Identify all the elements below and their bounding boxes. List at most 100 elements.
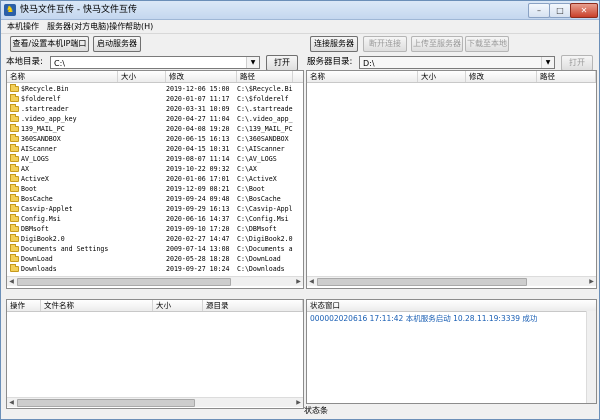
local-dir-combo[interactable]: C:\ ▼	[50, 56, 260, 69]
file-row[interactable]: AIScanner 2020-04-15 10:31 C:\AIScanner	[7, 144, 303, 154]
title-bar[interactable]: ♞ 快马文件互传 - 快马文件互传 – □ ✕	[1, 1, 599, 20]
status-bar: 状态条	[304, 406, 328, 415]
col-size[interactable]: 大小	[153, 300, 203, 311]
col-name[interactable]: 名称	[307, 71, 418, 82]
main-window: ♞ 快马文件互传 - 快马文件互传 – □ ✕ 本机操作 服务器(对方电脑)操作…	[0, 0, 600, 420]
file-size	[118, 104, 165, 114]
start-server-button[interactable]: 启动服务器	[93, 36, 141, 52]
server-list-header: 名称 大小 修改 路径	[307, 71, 596, 83]
folder-icon	[10, 204, 19, 212]
file-row[interactable]: $Recycle.Bin 2019-12-06 15:00 C:\$Recycle.…	[7, 84, 303, 94]
scroll-thumb[interactable]	[17, 278, 231, 286]
scroll-left-icon[interactable]: ◀	[7, 398, 16, 407]
file-name: Config.Msi	[21, 215, 61, 223]
file-row[interactable]: 139_MAIL_PC 2020-04-08 19:20 C:\139_MAIL_P…	[7, 124, 303, 134]
file-date: 2020-03-31 10:09	[166, 105, 230, 113]
file-name: AX	[21, 165, 29, 173]
window-title: 快马文件互传 - 快马文件互传	[20, 5, 137, 15]
file-size	[118, 164, 165, 174]
file-row[interactable]: AV_LOGS 2019-08-07 11:14 C:\AV_LOGS	[7, 154, 303, 164]
file-row[interactable]: DBMsoft 2019-09-10 17:20 C:\DBMsoft	[7, 224, 303, 234]
file-path: C:\139_MAIL_PC	[237, 125, 293, 133]
col-path[interactable]: 路径	[237, 71, 293, 82]
col-size[interactable]: 大小	[418, 71, 466, 82]
local-dir-label: 本地目录:	[6, 57, 43, 67]
col-modified[interactable]: 修改	[466, 71, 537, 82]
file-date: 2020-06-16 14:37	[166, 215, 230, 223]
transfer-list[interactable]: 操作 文件名称 大小 源目录 ◀ ▶	[6, 299, 304, 409]
server-hscrollbar[interactable]: ◀ ▶	[307, 276, 596, 286]
file-name: DBMsoft	[21, 225, 49, 233]
local-hscrollbar[interactable]: ◀ ▶	[7, 276, 303, 286]
chevron-down-icon[interactable]: ▼	[541, 57, 554, 68]
menu-bar: 本机操作 服务器(对方电脑)操作 帮助(H)	[1, 20, 599, 34]
file-row[interactable]: Boot 2019-12-09 08:21 C:\Boot	[7, 184, 303, 194]
folder-icon	[10, 254, 19, 262]
close-button[interactable]: ✕	[570, 3, 598, 18]
file-row[interactable]: .startreader 2020-03-31 10:09 C:\.startrea…	[7, 104, 303, 114]
file-size	[118, 144, 165, 154]
status-window: 状态窗口 000002020616 17:11:42 本机服务启动 10.28.…	[306, 299, 597, 404]
col-size[interactable]: 大小	[118, 71, 166, 82]
file-row[interactable]: DigiBook2.0 2020-02-27 14:47 C:\DigiBook2.…	[7, 234, 303, 244]
transfer-hscrollbar[interactable]: ◀ ▶	[7, 397, 303, 407]
file-row[interactable]: BosCache 2019-09-24 09:48 C:\BosCache	[7, 194, 303, 204]
server-open-button[interactable]: 打开	[561, 55, 593, 71]
connect-server-button[interactable]: 连接服务器	[310, 36, 358, 52]
menu-server-ops[interactable]: 服务器(对方电脑)操作	[47, 20, 125, 33]
file-row[interactable]: DownLoad 2020-05-28 18:28 C:\DownLoad	[7, 254, 303, 264]
scroll-left-icon[interactable]: ◀	[7, 277, 16, 286]
scroll-right-icon[interactable]: ▶	[587, 277, 596, 286]
menu-help[interactable]: 帮助(H)	[125, 20, 153, 33]
col-name[interactable]: 名称	[7, 71, 118, 82]
file-row[interactable]: Config.Msi 2020-06-16 14:37 C:\Config.Msi	[7, 214, 303, 224]
menu-local-ops[interactable]: 本机操作	[7, 20, 39, 33]
local-open-button[interactable]: 打开	[266, 55, 298, 71]
upload-button[interactable]: 上传至服务器	[411, 36, 463, 52]
file-name: 139_MAIL_PC	[21, 125, 65, 133]
scroll-right-icon[interactable]: ▶	[294, 398, 303, 407]
file-row[interactable]: ActiveX 2020-01-06 17:01 C:\ActiveX	[7, 174, 303, 184]
file-date: 2019-09-27 10:24	[166, 265, 230, 273]
file-name: DownLoad	[21, 255, 53, 263]
col-source-dir[interactable]: 源目录	[203, 300, 303, 311]
chevron-down-icon[interactable]: ▼	[246, 57, 259, 68]
file-date: 2020-04-27 11:04	[166, 115, 230, 123]
col-file-name[interactable]: 文件名称	[41, 300, 153, 311]
disconnect-button[interactable]: 断开连接	[363, 36, 407, 52]
file-date: 2019-09-10 17:20	[166, 225, 230, 233]
server-dir-combo[interactable]: D:\ ▼	[359, 56, 555, 69]
file-size	[118, 264, 165, 274]
file-row[interactable]: $folderelf 2020-01-07 11:17 C:\$folderelf	[7, 94, 303, 104]
download-button[interactable]: 下载至本地	[465, 36, 509, 52]
file-path: C:\Casvip-Apple	[237, 205, 293, 213]
col-operation[interactable]: 操作	[7, 300, 41, 311]
scroll-left-icon[interactable]: ◀	[307, 277, 316, 286]
file-size	[118, 194, 165, 204]
status-window-title: 状态窗口	[310, 301, 340, 310]
col-path[interactable]: 路径	[537, 71, 596, 82]
scroll-thumb[interactable]	[317, 278, 527, 286]
file-path: C:\$folderelf	[237, 95, 289, 103]
view-ip-button[interactable]: 查看/设置本机IP端口	[10, 36, 89, 52]
server-file-list[interactable]: 名称 大小 修改 路径 ◀ ▶	[306, 70, 597, 289]
file-row[interactable]: AX 2019-10-22 09:32 C:\AX	[7, 164, 303, 174]
minimize-button[interactable]: –	[528, 3, 550, 18]
scroll-thumb[interactable]	[17, 399, 195, 407]
folder-icon	[10, 94, 19, 102]
file-size	[118, 94, 165, 104]
file-row[interactable]: Casvip-Applet 2019-09-29 16:13 C:\Casvip-A…	[7, 204, 303, 214]
file-path: C:\DigiBook2.0	[237, 235, 293, 243]
file-row[interactable]: .video_app_key 2020-04-27 11:04 C:\.video_…	[7, 114, 303, 124]
file-name: BosCache	[21, 195, 53, 203]
scroll-right-icon[interactable]: ▶	[294, 277, 303, 286]
maximize-button[interactable]: □	[549, 3, 571, 18]
local-file-list[interactable]: 名称 大小 修改 路径 $Recycle.Bin 2019-12-06 15:00…	[6, 70, 304, 289]
file-row[interactable]: Downloads 2019-09-27 10:24 C:\Downloads	[7, 264, 303, 274]
file-row[interactable]: Documents and Settings 2009-07-14 13:08 C:…	[7, 244, 303, 254]
col-modified[interactable]: 修改	[166, 71, 237, 82]
file-row[interactable]: 360SANDBOX 2020-06-15 16:13 C:\360SANDBOX	[7, 134, 303, 144]
status-window-header: 状态窗口	[307, 300, 596, 312]
status-vscrollbar[interactable]	[586, 311, 596, 403]
file-path: C:\AV_LOGS	[237, 155, 277, 163]
